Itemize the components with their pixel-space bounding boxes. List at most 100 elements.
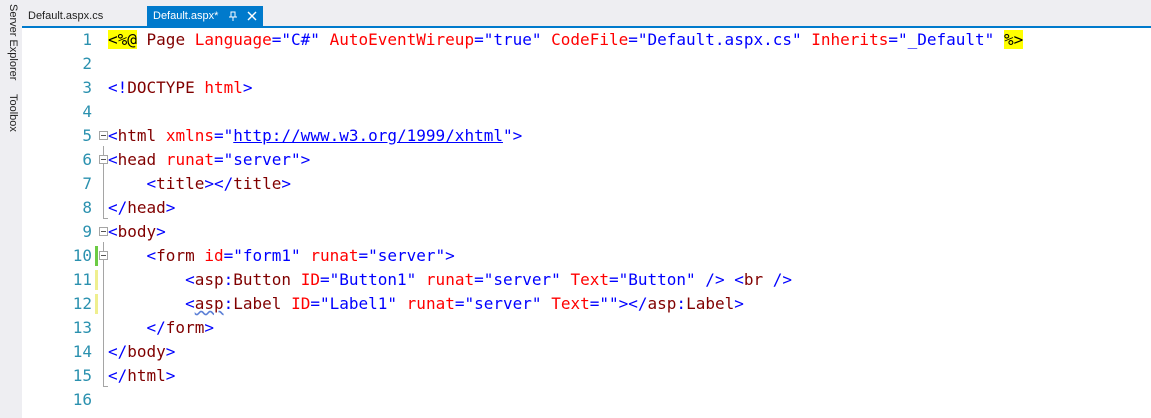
code-line[interactable]: 3 <!DOCTYPE html> xyxy=(22,76,1151,100)
code-text: <asp:Label ID="Label1" runat="server" Te… xyxy=(108,292,744,316)
code-token: runat xyxy=(406,294,455,313)
code-token: runat xyxy=(165,150,214,169)
code-token: html xyxy=(117,126,157,145)
line-number: 10 xyxy=(72,246,92,265)
code-token: = xyxy=(888,30,898,49)
code-line[interactable]: 11 <asp:Button ID="Button1" runat="serve… xyxy=(22,268,1151,292)
tab-default-aspx-cs[interactable]: Default.aspx.cs xyxy=(22,6,109,26)
code-line[interactable]: 14 </body> xyxy=(22,340,1151,364)
code-token: < xyxy=(146,246,157,265)
code-token: runat xyxy=(425,270,475,289)
code-token: < xyxy=(185,294,195,313)
code-token: asp xyxy=(194,294,224,313)
code-token: form xyxy=(165,318,205,337)
fold-end-body xyxy=(103,386,108,387)
code-line[interactable]: 10 <form id="form1" runat="server"> xyxy=(22,244,1151,268)
close-icon[interactable] xyxy=(247,7,257,27)
pin-icon[interactable] xyxy=(228,7,238,27)
code-token: body xyxy=(127,342,166,361)
line-number: 16 xyxy=(72,390,92,409)
code-text: </html> xyxy=(108,364,175,388)
code-token: <! xyxy=(108,78,128,97)
code-token: </ xyxy=(108,342,128,361)
line-number: 13 xyxy=(72,318,92,337)
code-token: < xyxy=(734,270,744,289)
code-token: ID xyxy=(291,294,311,313)
fold-toggle-icon[interactable] xyxy=(99,131,108,140)
code-token: ="server" xyxy=(454,294,542,313)
code-text: </head> xyxy=(108,196,175,220)
tab-default-aspx[interactable]: Default.aspx* xyxy=(147,6,263,26)
code-token: Inherits xyxy=(811,30,889,49)
code-line[interactable]: 5 <html xmlns="http://www.w3.org/1999/xht… xyxy=(22,124,1151,148)
line-number: 15 xyxy=(72,366,92,385)
code-token: > xyxy=(165,198,176,217)
code-text: <asp:Button ID="Button1" runat="server" … xyxy=(108,268,792,292)
code-token: http://www.w3.org/1999/xhtml xyxy=(233,126,503,145)
code-line[interactable]: 15 </html> xyxy=(22,364,1151,388)
line-number: 2 xyxy=(82,54,92,73)
code-token: = xyxy=(628,30,638,49)
code-token: ="server"> xyxy=(358,246,455,265)
minus-icon xyxy=(101,255,106,256)
code-token: asp xyxy=(194,270,224,289)
fold-toggle-icon[interactable] xyxy=(99,155,108,164)
code-token: > xyxy=(165,366,176,385)
code-token: /> xyxy=(695,270,725,289)
code-line[interactable]: 13 </form> xyxy=(22,316,1151,340)
code-line[interactable]: 7 <title></title> xyxy=(22,172,1151,196)
code-token: asp xyxy=(647,294,677,313)
code-token: > xyxy=(734,294,744,313)
tab-label: Default.aspx* xyxy=(153,10,219,22)
code-token: DOCTYPE xyxy=(127,78,195,97)
code-line[interactable]: 6 <head runat="server"> xyxy=(22,148,1151,172)
code-token: ="Label1" xyxy=(310,294,398,313)
line-number: 11 xyxy=(72,270,92,289)
code-token: > xyxy=(281,174,292,193)
code-token: Label xyxy=(233,294,282,313)
code-token: AutoEventWireup xyxy=(329,30,475,49)
code-line[interactable]: 16 xyxy=(22,388,1151,412)
code-text: <%@ Page Language="C#" AutoEventWireup="… xyxy=(108,28,1024,52)
code-token: %> xyxy=(1003,30,1024,49)
code-token: ="server"> xyxy=(213,150,311,169)
code-token: =""> xyxy=(589,294,629,313)
fold-toggle-icon[interactable] xyxy=(99,251,108,260)
code-text: <form id="form1" runat="server"> xyxy=(108,244,455,268)
code-line[interactable]: 4 xyxy=(22,100,1151,124)
code-text: <!DOCTYPE html> xyxy=(108,76,253,100)
code-token: "Default.aspx.cs" xyxy=(637,30,802,49)
code-line[interactable]: 9 <body> xyxy=(22,220,1151,244)
code-token: "> xyxy=(502,126,523,145)
code-line[interactable]: 1 <%@ Page Language="C#" AutoEventWireup=… xyxy=(22,28,1151,52)
toolbox-tab[interactable]: Toolbox xyxy=(3,94,19,132)
code-token: head xyxy=(117,150,157,169)
code-text: <html xmlns="http://www.w3.org/1999/xhtm… xyxy=(108,124,522,148)
code-token: </ xyxy=(108,366,128,385)
code-text: <head runat="server"> xyxy=(108,148,310,172)
code-token: "_Default" xyxy=(897,30,995,49)
code-token: Label xyxy=(686,294,735,313)
code-token: </ xyxy=(146,318,166,337)
code-line[interactable]: 12 <asp:Label ID="Label1" runat="server"… xyxy=(22,292,1151,316)
server-explorer-tab[interactable]: Server Explorer xyxy=(3,4,19,80)
document-tab-bar: Default.aspx.cs Default.aspx* xyxy=(22,0,1151,26)
code-token: : xyxy=(223,270,234,289)
code-token: </ xyxy=(108,198,128,217)
fold-toggle-icon[interactable] xyxy=(99,227,108,236)
code-editor[interactable]: 1 <%@ Page Language="C#" AutoEventWireup=… xyxy=(22,28,1151,418)
code-token: > xyxy=(242,78,253,97)
code-line[interactable]: 2 xyxy=(22,52,1151,76)
code-line[interactable]: 8 </head> xyxy=(22,196,1151,220)
